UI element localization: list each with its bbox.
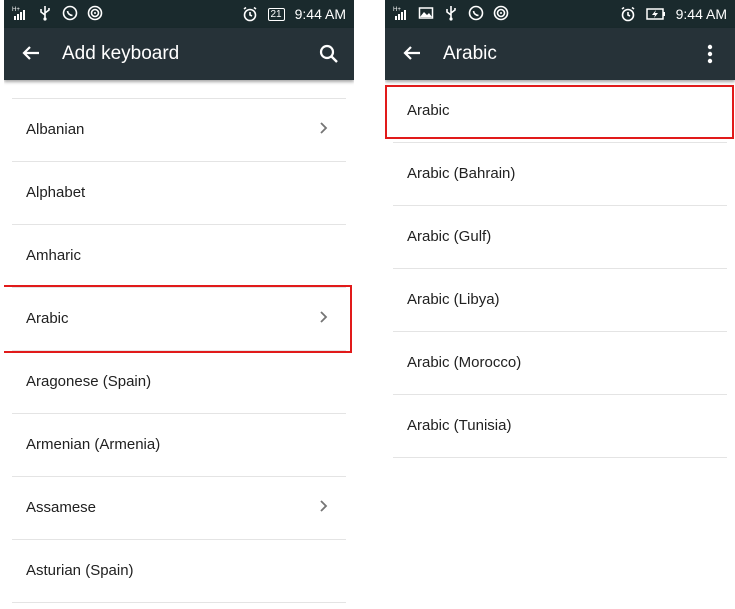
add-keyboard-screen: H+ 21 9:44 AM Add keyboard Albanian Alph… [4,0,354,609]
app-bar: Add keyboard [4,28,354,80]
list-item-alphabet[interactable]: Alphabet [12,162,346,225]
battery-charging-icon [645,6,666,22]
page-title: Arabic [443,43,497,64]
battery-level: 21 [270,8,282,20]
list-item-label: Arabic (Gulf) [407,228,492,245]
list-item-asturian[interactable]: Asturian (Spain) [12,540,346,603]
whatsapp-icon [62,5,78,21]
list-item-label: Albanian [26,121,85,138]
list-item-label: Amharic [26,247,82,264]
hotspot-icon [87,5,103,21]
arrow-back-icon[interactable] [399,40,425,66]
chevron-right-icon [318,499,330,513]
chevron-right-icon [318,310,330,324]
list-item-label: Assamese [26,499,97,516]
list-item-label: Aragonese (Spain) [26,373,152,390]
status-time: 9:44 AM [675,6,727,22]
image-icon [418,5,434,21]
list-item-armenian[interactable]: Armenian (Armenia) [12,414,346,477]
list-item-label: Arabic (Bahrain) [407,165,516,182]
signal-icon: H+ [393,5,409,21]
list-item-assamese[interactable]: Assamese [12,477,346,540]
status-time: 9:44 AM [294,6,346,22]
status-bar: H+ 9:44 AM [385,0,735,28]
list-item-arabic-libya[interactable]: Arabic (Libya) [393,269,727,332]
list-item-label: Alphabet [26,184,86,201]
list-item-label: Arabic (Tunisia) [407,417,512,434]
list-item-label: Arabic [26,310,69,327]
list-item-label: Arabic (Morocco) [407,354,522,371]
search-icon[interactable] [316,41,342,67]
keyboard-language-list: Albanian Alphabet Amharic Arabic Aragone… [12,80,346,603]
more-vert-icon[interactable] [697,41,723,67]
list-item-albanian[interactable]: Albanian [12,99,346,162]
list-item-arabic[interactable]: Arabic [393,80,727,143]
list-item-arabic-bahrain[interactable]: Arabic (Bahrain) [393,143,727,206]
whatsapp-icon [468,5,484,21]
arabic-variant-list: Arabic Arabic (Bahrain) Arabic (Gulf) Ar… [393,80,727,458]
usb-icon [37,5,53,21]
hotspot-icon [493,5,509,21]
list-item-label: Armenian (Armenia) [26,436,161,453]
status-bar: H+ 21 9:44 AM [4,0,354,28]
arrow-back-icon[interactable] [18,40,44,66]
list-divider [12,80,346,99]
list-item-arabic-morocco[interactable]: Arabic (Morocco) [393,332,727,395]
list-item-arabic[interactable]: Arabic [12,288,346,351]
chevron-right-icon [318,121,330,135]
list-item-arabic-tunisia[interactable]: Arabic (Tunisia) [393,395,727,458]
battery-icon: 21 [267,7,285,21]
alarm-icon [620,6,636,22]
signal-icon: H+ [12,5,28,21]
list-item-label: Arabic (Libya) [407,291,500,308]
svg-text:H+: H+ [393,7,401,13]
app-bar: Arabic [385,28,735,80]
list-item-label: Arabic [407,102,450,119]
arabic-keyboard-screen: H+ 9:44 AM Arabic Arabic Arabic (Bahrain… [385,0,735,609]
list-item-aragonese[interactable]: Aragonese (Spain) [12,351,346,414]
page-title: Add keyboard [62,43,180,64]
list-item-amharic[interactable]: Amharic [12,225,346,288]
list-item-arabic-gulf[interactable]: Arabic (Gulf) [393,206,727,269]
usb-icon [443,5,459,21]
alarm-icon [242,6,258,22]
svg-text:H+: H+ [12,7,20,13]
list-item-label: Asturian (Spain) [26,562,134,579]
